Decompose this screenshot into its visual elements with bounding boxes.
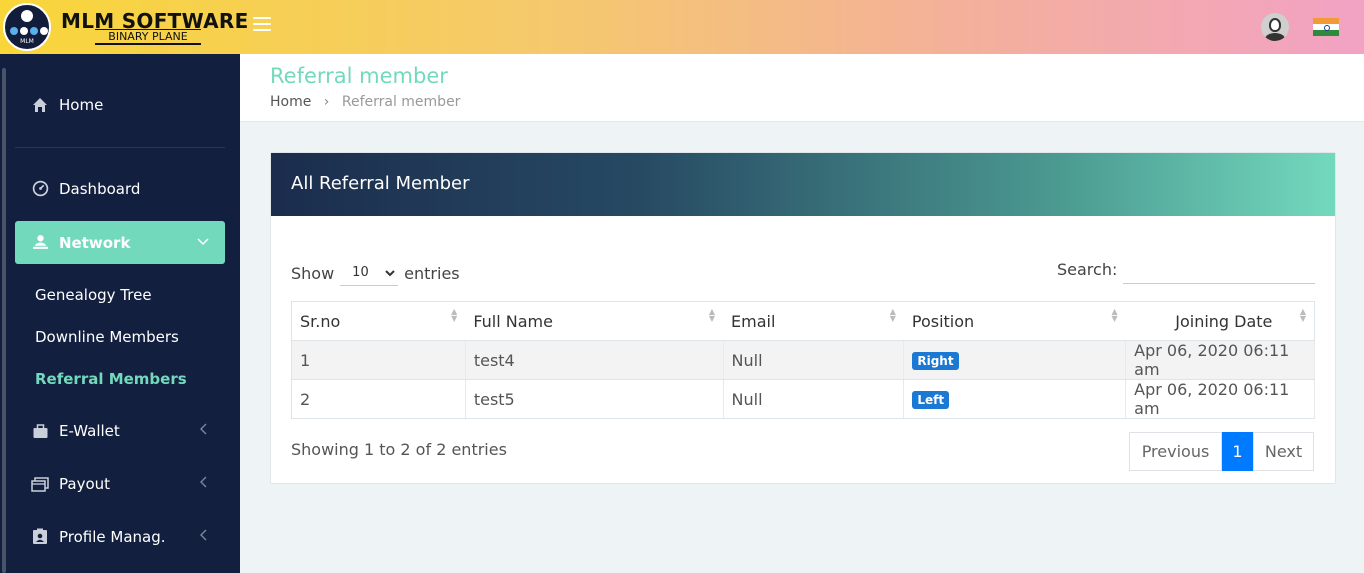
previous-page-button[interactable]: Previous: [1129, 432, 1222, 471]
sidebar-divider: [15, 147, 225, 148]
top-bar: MLM MLM SOFTWARE BINARY PLANE: [0, 0, 1364, 54]
cell-joining-date: Apr 06, 2020 06:11 am: [1125, 379, 1315, 419]
sidebar-item-label: Payout: [59, 474, 111, 493]
column-header-full-name[interactable]: Full Name ▲ ▼: [465, 301, 724, 341]
sort-icon: ▲ ▼: [889, 307, 896, 323]
sidebar-item-payout[interactable]: Payout: [15, 462, 225, 505]
breadcrumb-home-link[interactable]: Home: [270, 94, 311, 110]
brand-subtitle: BINARY PLANE: [95, 29, 201, 45]
chevron-left-icon: [199, 423, 209, 439]
page-length-select[interactable]: 10: [340, 260, 399, 286]
dashboard-gauge-icon: [31, 180, 49, 198]
column-header-srno[interactable]: Sr.no ▲ ▼: [291, 301, 466, 341]
cell-full-name: test5: [465, 379, 724, 419]
search-input[interactable]: [1123, 256, 1315, 284]
user-avatar-icon[interactable]: [1261, 13, 1289, 41]
breadcrumb-chevron-icon: ›: [323, 94, 330, 110]
sidebar-item-dashboard[interactable]: Dashboard: [15, 167, 225, 210]
sort-icon: ▲ ▼: [708, 307, 716, 323]
table-row: 2 test5 Null Left Apr 06, 2020 06:11 am: [291, 379, 1315, 419]
cell-position: Left: [903, 379, 1127, 419]
cell-full-name: test4: [465, 340, 724, 380]
referral-members-card: All Referral Member Show 10 entries Sear…: [270, 152, 1336, 484]
show-label: Show: [291, 263, 335, 283]
cell-email: Null: [723, 379, 905, 419]
position-badge: Left: [912, 391, 950, 409]
briefcase-icon: [31, 422, 49, 440]
logo-icon[interactable]: MLM: [3, 3, 51, 51]
pagination: Previous 1 Next: [1129, 432, 1314, 471]
table-header-row: Sr.no ▲ ▼ Full Name ▲ ▼ Email ▲ ▼ Position ▲ ▼ J…: [291, 301, 1315, 341]
column-header-joining-date[interactable]: Joining Date ▲ ▼: [1125, 301, 1315, 341]
chevron-down-icon: [197, 235, 209, 251]
network-user-icon: [31, 234, 49, 252]
sidebar-subitem-referral-members[interactable]: Referral Members: [35, 370, 187, 388]
sidebar-item-label: Profile Manag.: [59, 527, 166, 546]
logo-text: MLM: [20, 38, 34, 45]
chevron-left-icon: [199, 476, 209, 492]
cell-joining-date: Apr 06, 2020 06:11 am: [1125, 340, 1315, 380]
cell-email: Null: [723, 340, 905, 380]
entries-label: entries: [404, 263, 460, 283]
sidebar-item-ewallet[interactable]: E-Wallet: [15, 409, 225, 452]
search-label: Search:: [1057, 260, 1118, 279]
profile-badge-icon: [31, 528, 49, 546]
sort-icon: ▲ ▼: [1111, 307, 1118, 323]
india-flag-icon[interactable]: [1313, 18, 1339, 36]
sort-icon: ▲ ▼: [451, 307, 458, 323]
sort-icon: ▲ ▼: [1299, 307, 1306, 323]
cell-srno: 1: [291, 340, 466, 380]
sidebar-item-home[interactable]: Home: [15, 83, 225, 126]
page-1-button[interactable]: 1: [1222, 432, 1253, 471]
sidebar-subitem-downline-members[interactable]: Downline Members: [35, 328, 179, 346]
sidebar-item-label: Dashboard: [59, 179, 141, 198]
page-length-control: Show 10 entries: [291, 260, 460, 286]
card-title: All Referral Member: [271, 153, 1335, 216]
column-header-position[interactable]: Position ▲ ▼: [903, 301, 1126, 341]
table-row: 1 test4 Null Right Apr 06, 2020 06:11 am: [291, 340, 1315, 380]
payout-cards-icon: [31, 475, 49, 493]
breadcrumb-current: Referral member: [341, 94, 461, 110]
sidebar-item-label: E-Wallet: [59, 421, 120, 440]
sidebar-subitem-genealogy-tree[interactable]: Genealogy Tree: [35, 286, 152, 304]
home-icon: [31, 96, 49, 114]
hamburger-icon[interactable]: [253, 17, 271, 33]
sidebar-scrollbar[interactable]: [2, 68, 6, 573]
cell-position: Right: [903, 340, 1127, 380]
page-title: Referral member: [270, 64, 448, 88]
column-header-email[interactable]: Email ▲ ▼: [723, 301, 904, 341]
table-info: Showing 1 to 2 of 2 entries: [291, 440, 507, 459]
next-page-button[interactable]: Next: [1253, 432, 1314, 471]
page-header: Referral member Home › Referral member: [240, 54, 1364, 122]
sidebar-item-network[interactable]: Network: [15, 221, 225, 264]
referral-members-table: Sr.no ▲ ▼ Full Name ▲ ▼ Email ▲ ▼ Position ▲ ▼ J…: [291, 301, 1315, 419]
sidebar-item-profile-management[interactable]: Profile Manag.: [15, 515, 225, 558]
position-badge: Right: [912, 352, 959, 370]
sidebar: Home Dashboard Network Genealogy Tree Do…: [0, 54, 240, 573]
cell-srno: 2: [291, 379, 466, 419]
chevron-left-icon: [199, 529, 209, 545]
sidebar-item-label: Network: [59, 233, 131, 252]
sidebar-item-label: Home: [59, 95, 104, 114]
breadcrumb: Home › Referral member: [270, 94, 460, 110]
